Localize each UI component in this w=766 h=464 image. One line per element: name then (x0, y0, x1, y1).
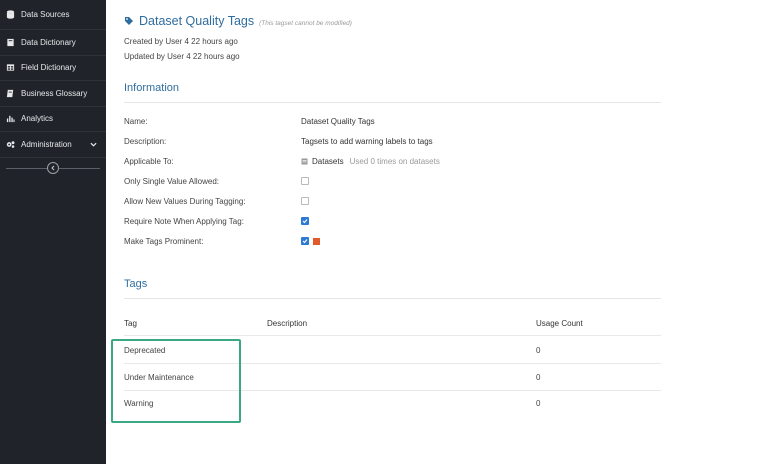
sidebar-item-label: Field Dictionary (21, 63, 77, 73)
applicable-to-label: Applicable To: (124, 157, 174, 166)
sidebar-item-label: Data Dictionary (21, 37, 76, 47)
prominent-color-swatch[interactable] (313, 237, 320, 245)
sidebar-item-field-dictionary[interactable]: Field Dictionary (0, 56, 106, 81)
make-prominent-field (301, 237, 320, 245)
sidebar-collapse-row (0, 158, 106, 180)
cogs-icon (5, 139, 15, 149)
make-prominent-label: Make Tags Prominent: (124, 237, 204, 246)
tag-usage-count: 0 (536, 399, 541, 408)
sidebar: Data Sources Data Dictionary Field Dicti… (0, 0, 106, 464)
tag-column-highlight (111, 339, 241, 423)
sidebar-item-label: Business Glossary (21, 88, 88, 98)
book-icon (5, 37, 15, 47)
tag-usage-count: 0 (536, 346, 541, 355)
information-divider (124, 102, 661, 103)
single-value-checkbox[interactable] (301, 177, 309, 185)
title-row: Dataset Quality Tags (This tagset cannot… (124, 14, 352, 28)
table-icon (5, 63, 15, 73)
column-header-description[interactable]: Description (267, 319, 307, 328)
sidebar-item-label: Analytics (21, 114, 54, 124)
applicable-to-value: Datasets Used 0 times on datasets (301, 157, 440, 166)
tag-usage-count: 0 (536, 373, 541, 382)
information-heading: Information (124, 82, 180, 94)
name-value: Dataset Quality Tags (301, 117, 375, 126)
tags-heading: Tags (124, 278, 148, 290)
require-note-checkbox[interactable] (301, 217, 309, 225)
main-content: Dataset Quality Tags (This tagset cannot… (106, 0, 766, 464)
allow-new-values-label: Allow New Values During Tagging: (124, 197, 246, 206)
checkmark-icon (302, 219, 308, 224)
require-note-field (301, 217, 309, 225)
chevron-left-icon (51, 165, 55, 170)
make-prominent-checkbox[interactable] (301, 237, 309, 245)
dataset-icon (301, 158, 308, 165)
description-label: Description: (124, 137, 167, 146)
chevron-down-icon[interactable] (90, 141, 97, 148)
checkmark-icon (302, 239, 308, 244)
name-label: Name: (124, 117, 148, 126)
database-icon (5, 10, 15, 20)
sidebar-item-label: Data Sources (21, 10, 70, 19)
collapse-sidebar-button[interactable] (47, 161, 59, 174)
sidebar-item-analytics[interactable]: Analytics (0, 107, 106, 132)
header-divider (124, 335, 661, 336)
single-value-label: Only Single Value Allowed: (124, 177, 220, 186)
readonly-note: (This tagset cannot be modified) (259, 20, 352, 27)
allow-new-values-checkbox[interactable] (301, 197, 309, 205)
sidebar-item-business-glossary[interactable]: Business Glossary (0, 81, 106, 107)
updated-by: Updated by User 4 22 hours ago (124, 52, 240, 61)
require-note-label: Require Note When Applying Tag: (124, 217, 244, 226)
created-by: Created by User 4 22 hours ago (124, 37, 238, 46)
sidebar-item-administration[interactable]: Administration (0, 132, 106, 158)
column-header-usage-count[interactable]: Usage Count (536, 319, 583, 328)
applicable-to-text: Datasets (312, 157, 344, 166)
sidebar-item-label: Administration (21, 139, 72, 149)
description-value: Tagsets to add warning labels to tags (301, 137, 433, 146)
column-header-tag[interactable]: Tag (124, 319, 137, 328)
sidebar-item-data-dictionary[interactable]: Data Dictionary (0, 30, 106, 56)
single-value-field (301, 177, 309, 185)
tag-icon (125, 17, 133, 25)
bar-chart-icon (5, 114, 15, 124)
usage-note: Used 0 times on datasets (349, 157, 440, 166)
tags-divider (124, 298, 661, 299)
glossary-icon (5, 88, 15, 98)
page-title: Dataset Quality Tags (139, 14, 255, 28)
allow-new-values-field (301, 197, 309, 205)
sidebar-item-data-sources[interactable]: Data Sources (0, 0, 106, 30)
